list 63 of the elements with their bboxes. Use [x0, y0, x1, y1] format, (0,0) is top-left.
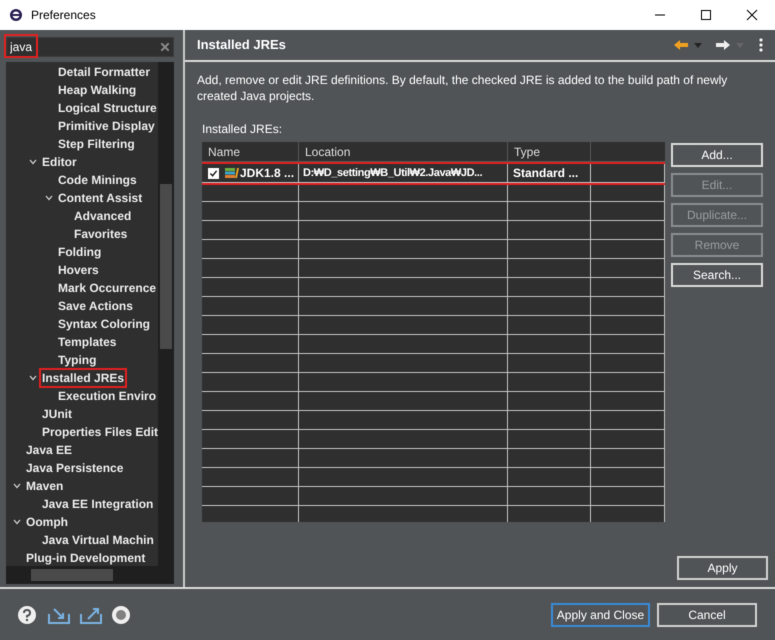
tree-item[interactable]: Logical Structure	[57, 100, 158, 116]
tree-item[interactable]: Content Assist	[57, 190, 144, 206]
app-icon	[9, 8, 23, 22]
description-text: Add, remove or edit JRE definitions. By default, the checked JRE is added to the build path of newly created Java projects.	[197, 72, 728, 104]
tree-item[interactable]: Advanced	[73, 208, 132, 224]
tree-item[interactable]: Editor	[41, 154, 78, 170]
tree-item[interactable]: Heap Walking	[57, 82, 138, 98]
table-cell-text: Standard ...	[513, 165, 578, 182]
tree-item[interactable]: Favorites	[73, 226, 128, 242]
tree-item[interactable]: Installed JREs	[41, 370, 126, 386]
tree-item[interactable]: Folding	[57, 244, 102, 260]
apply-button[interactable]: Apply	[677, 556, 768, 580]
action-button[interactable]: Add...	[671, 143, 763, 167]
chevron-down-icon[interactable]	[29, 374, 37, 382]
tree-item[interactable]: Maven	[25, 478, 64, 494]
clear-icon[interactable]	[161, 43, 169, 51]
tree-item[interactable]: Java Persistence	[25, 460, 124, 476]
record-icon[interactable]	[112, 606, 130, 624]
column-header[interactable]: Type	[514, 142, 540, 160]
column-header[interactable]: Location	[305, 142, 350, 160]
jre-row[interactable]: JDK1.8 ... D:₩D_setting₩B_Util₩2.Java₩JD... Standard ...	[202, 164, 665, 183]
search-field[interactable]: java	[6, 37, 174, 57]
chevron-down-icon[interactable]	[45, 194, 53, 202]
list-label: Installed JREs:	[202, 121, 284, 138]
tree-item[interactable]: Java Virtual Machin	[41, 532, 155, 548]
chevron-down-icon[interactable]	[13, 482, 21, 490]
menu-icon[interactable]	[759, 38, 763, 52]
tree-item[interactable]: Oomph	[25, 514, 69, 530]
tree-item[interactable]: Mark Occurrence	[57, 280, 158, 296]
checkbox[interactable]	[208, 168, 219, 178]
table-cell-text: JDK1.8 ...	[240, 165, 294, 182]
tree-item[interactable]: Save Actions	[57, 298, 134, 314]
import-icon[interactable]	[48, 606, 70, 624]
tree-item[interactable]: Java EE	[25, 442, 74, 458]
tree-item[interactable]: JUnit	[41, 406, 73, 422]
tree-item[interactable]: Typing	[57, 352, 98, 368]
action-button[interactable]: Search...	[671, 263, 763, 287]
books-icon	[225, 167, 239, 179]
tree-item[interactable]: Code Minings	[57, 172, 138, 188]
tree-item[interactable]: Templates	[57, 334, 118, 350]
tree-item[interactable]: Execution Enviro	[57, 388, 158, 404]
scrollbar[interactable]	[158, 62, 174, 566]
dialog-button[interactable]: Apply and Close	[551, 602, 650, 626]
horizontal-scrollbar[interactable]	[6, 566, 174, 584]
tree-item[interactable]: Hovers	[57, 262, 100, 278]
tree-item[interactable]: Step Filtering	[57, 136, 136, 152]
tree-item[interactable]: Primitive Display	[57, 118, 156, 134]
table-cell-text: D:₩D_setting₩B_Util₩2.Java₩JD...	[303, 166, 482, 181]
page-title: Installed JREs	[197, 36, 286, 54]
help-icon[interactable]	[18, 606, 36, 624]
tree-item[interactable]: Syntax Coloring	[57, 316, 152, 332]
tree-item[interactable]: Java EE Integration	[41, 496, 154, 512]
tree-item[interactable]: Plug-in Development	[25, 550, 146, 566]
export-icon[interactable]	[80, 606, 102, 624]
dialog-button[interactable]: Cancel	[657, 602, 757, 626]
chevron-down-icon[interactable]	[29, 158, 37, 166]
tree-item[interactable]: Detail Formatter	[57, 64, 152, 80]
forward-arrow-icon[interactable]	[715, 39, 731, 51]
tree-item[interactable]: Properties Files Edit	[41, 424, 160, 440]
back-arrow-icon[interactable]	[673, 39, 689, 51]
column-header[interactable]: Name	[208, 142, 240, 160]
window-title: Preferences	[31, 7, 96, 24]
chevron-down-icon[interactable]	[13, 518, 21, 526]
